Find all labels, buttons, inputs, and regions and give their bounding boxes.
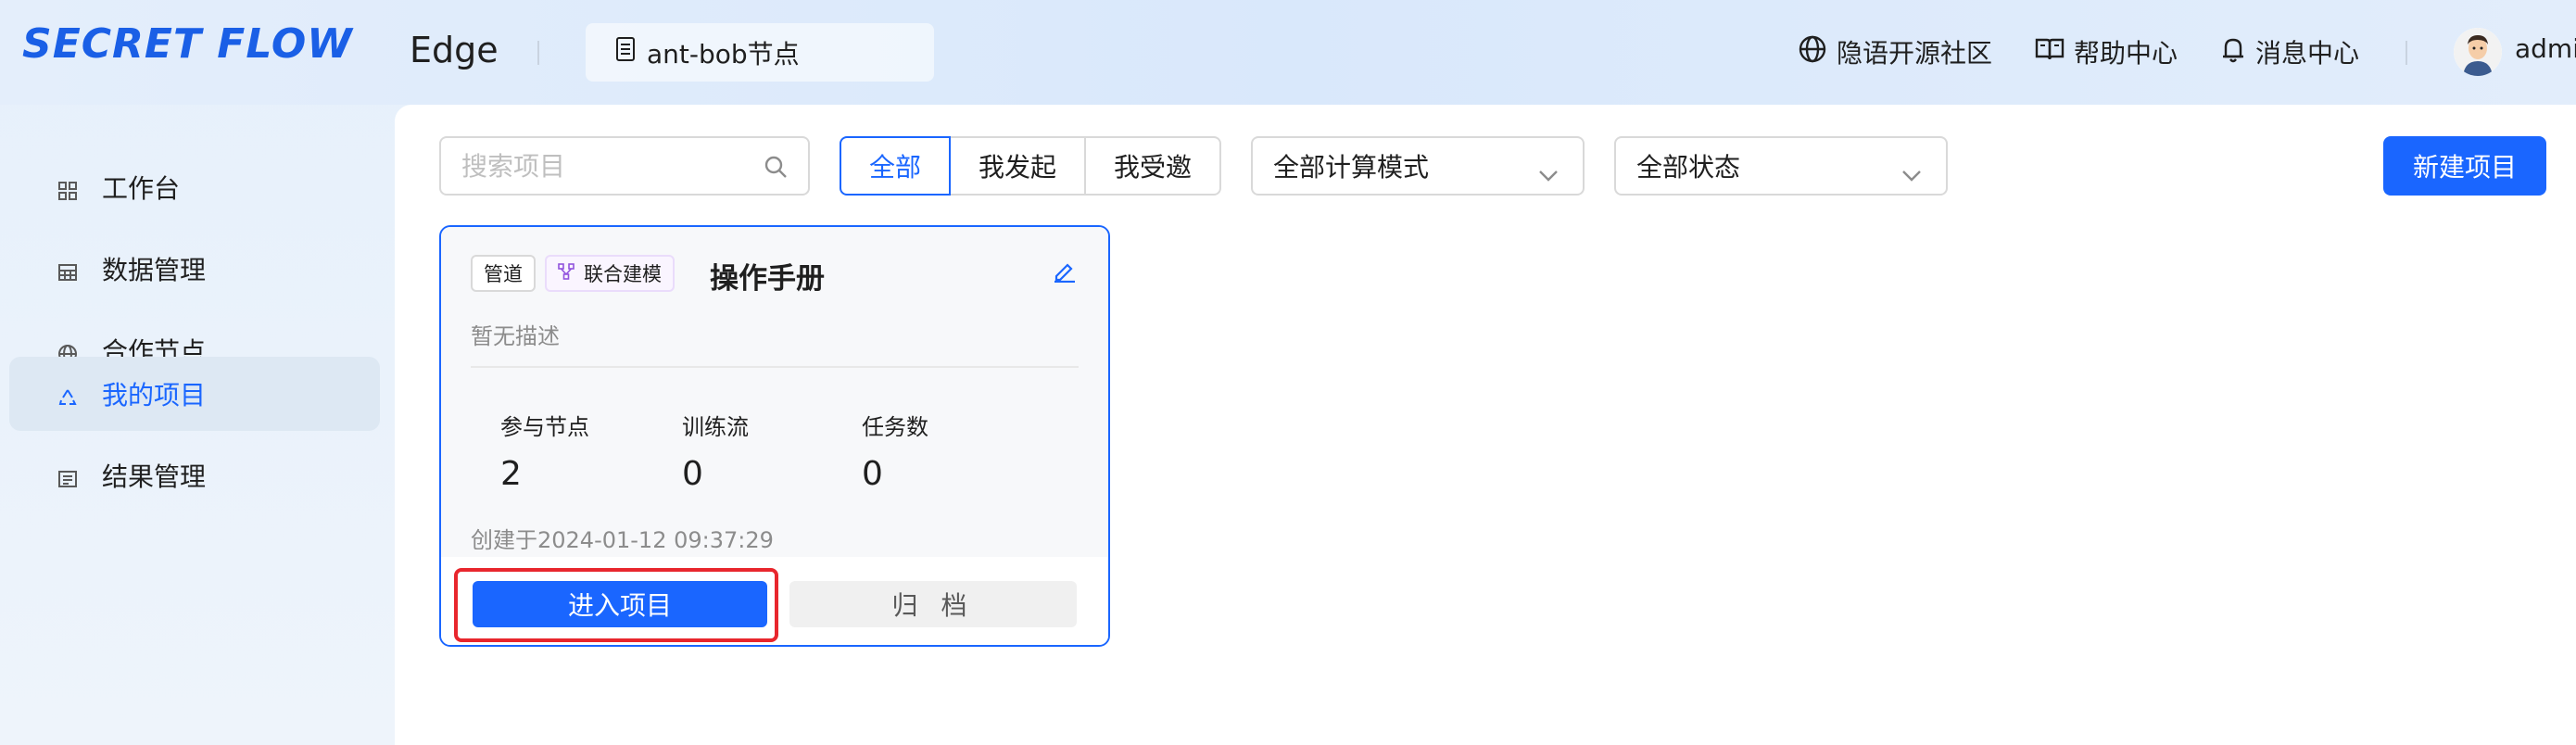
- project-card[interactable]: 管道 联合建模 操作手册 暂无描述 参与节点 2 训练流 0 任务数 0 创建于…: [439, 225, 1110, 647]
- sidebar-item-label: 数据管理: [102, 255, 207, 285]
- pipeline-tag: 管道: [471, 255, 536, 292]
- stat-value-nodes: 2: [500, 455, 522, 493]
- tab-all[interactable]: 全部: [840, 136, 952, 196]
- archive-button[interactable]: 归 档: [789, 581, 1077, 627]
- header-divider: [537, 41, 539, 65]
- community-link-label: 隐语开源社区: [1837, 38, 1993, 69]
- stat-label-tasks: 任务数: [862, 414, 928, 440]
- main-content: 全部 我发起 我受邀 全部计算模式 全部状态 新建项目 管道 联合建模 操作手册…: [395, 105, 2576, 745]
- status-value: 全部状态: [1636, 152, 1741, 183]
- sidebar: 工作台 数据管理 合作节点 我的项目 结果管理: [0, 105, 395, 745]
- new-project-button[interactable]: 新建项目: [2383, 136, 2546, 196]
- stat-value-pipelines: 0: [682, 455, 703, 493]
- messages-link[interactable]: 消息中心: [2220, 33, 2359, 70]
- project-filter-tabs: 全部 我发起 我受邀: [840, 136, 1222, 196]
- compute-mode-value: 全部计算模式: [1273, 152, 1430, 183]
- sidebar-item-results[interactable]: 结果管理: [9, 438, 380, 512]
- sidebar-item-label: 结果管理: [102, 461, 207, 492]
- chevron-down-icon: [1538, 158, 1559, 189]
- compute-mode-select[interactable]: 全部计算模式: [1251, 136, 1585, 196]
- sidebar-item-my-projects[interactable]: 我的项目: [9, 357, 380, 431]
- top-header: SECRET FLOW Edge ant-bob节点 隐语开源社区 帮助中心 消…: [0, 0, 2576, 105]
- sidebar-item-data[interactable]: 数据管理: [9, 232, 380, 306]
- app-name: Edge: [410, 30, 499, 70]
- user-name[interactable]: admi: [2515, 33, 2576, 64]
- help-link-label: 帮助中心: [2074, 38, 2178, 69]
- card-divider: [471, 366, 1079, 368]
- secretflow-logo[interactable]: SECRET FLOW: [22, 20, 353, 68]
- status-select[interactable]: 全部状态: [1614, 136, 1948, 196]
- mode-tag-label: 联合建模: [584, 263, 662, 285]
- bell-icon: [2220, 34, 2246, 70]
- list-icon: [57, 465, 78, 487]
- header-divider-2: [2406, 41, 2407, 65]
- user-avatar[interactable]: [2454, 28, 2502, 76]
- help-link[interactable]: 帮助中心: [2035, 33, 2178, 70]
- project-description: 暂无描述: [471, 323, 560, 349]
- edit-icon[interactable]: [1053, 259, 1077, 286]
- table-icon: [57, 259, 78, 281]
- project-title: 操作手册: [710, 262, 825, 296]
- messages-link-label: 消息中心: [2255, 38, 2360, 69]
- search-input[interactable]: [441, 138, 738, 194]
- dashboard-icon: [57, 177, 78, 200]
- project-search[interactable]: [439, 136, 810, 196]
- sidebar-item-workbench[interactable]: 工作台: [9, 150, 380, 224]
- node-label: ant-bob节点: [647, 38, 800, 69]
- stat-value-tasks: 0: [862, 455, 883, 493]
- created-time: 创建于2024-01-12 09:37:29: [471, 527, 774, 553]
- sidebar-item-label: 我的项目: [102, 380, 207, 410]
- network-icon: [558, 262, 575, 284]
- sidebar-item-label: 工作台: [102, 173, 181, 204]
- server-icon: [615, 37, 636, 68]
- node-selector[interactable]: ant-bob节点: [586, 23, 934, 82]
- book-icon: [2035, 36, 2065, 69]
- tab-initiated[interactable]: 我发起: [949, 136, 1087, 196]
- community-link[interactable]: 隐语开源社区: [1798, 33, 1992, 70]
- recycle-icon: [57, 384, 78, 405]
- search-icon[interactable]: [764, 155, 788, 183]
- tab-invited[interactable]: 我受邀: [1084, 136, 1222, 196]
- chevron-down-icon: [1901, 158, 1922, 189]
- globe-icon: [1798, 34, 1827, 70]
- enter-project-button[interactable]: 进入项目: [473, 581, 767, 627]
- stat-label-pipelines: 训练流: [682, 414, 749, 440]
- stat-label-nodes: 参与节点: [500, 414, 589, 440]
- mode-tag: 联合建模: [545, 255, 675, 292]
